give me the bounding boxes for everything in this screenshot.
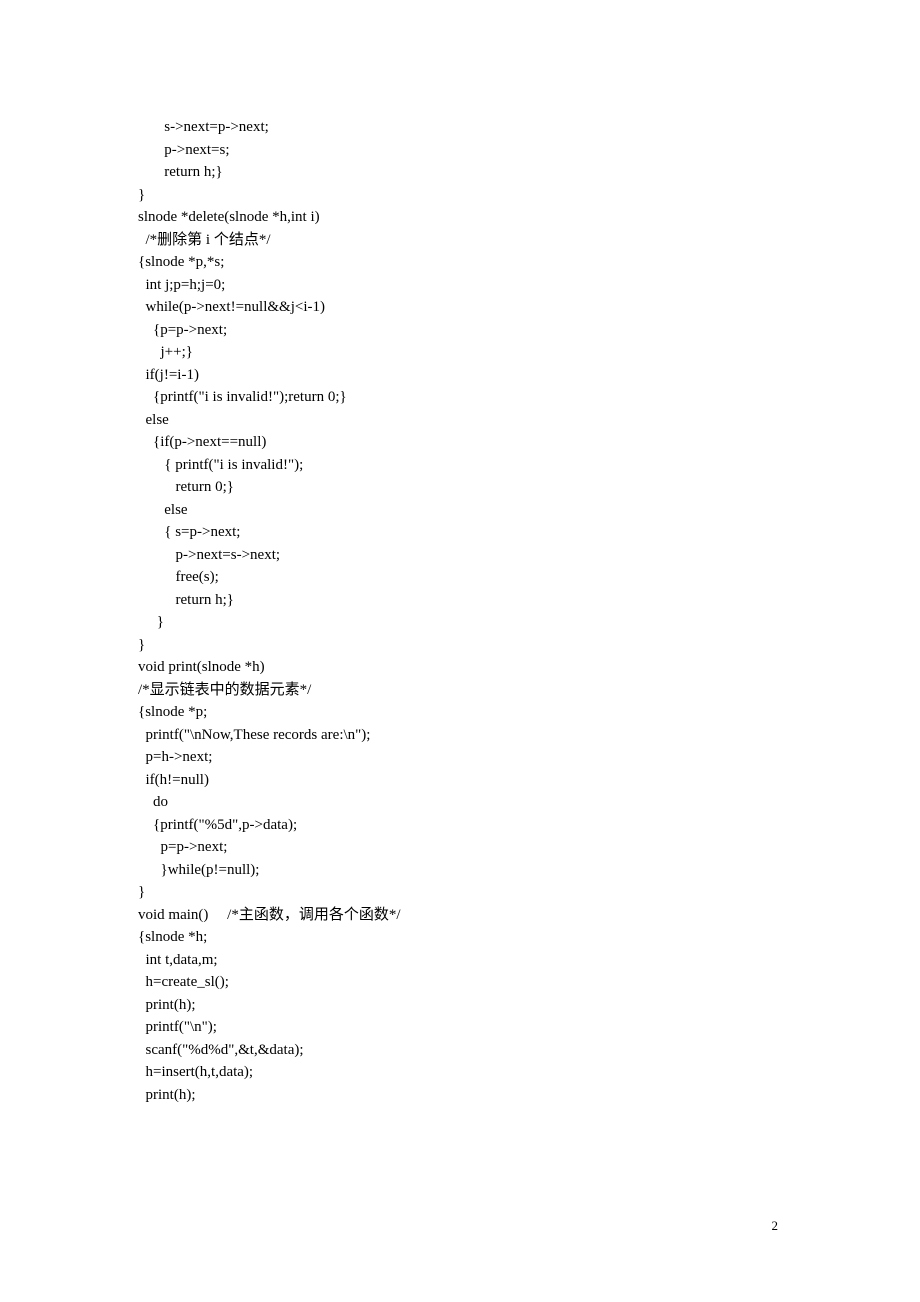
page-number: 2 xyxy=(772,1218,779,1234)
code-block: s->next=p->next; p->next=s; return h;} }… xyxy=(0,0,920,1106)
